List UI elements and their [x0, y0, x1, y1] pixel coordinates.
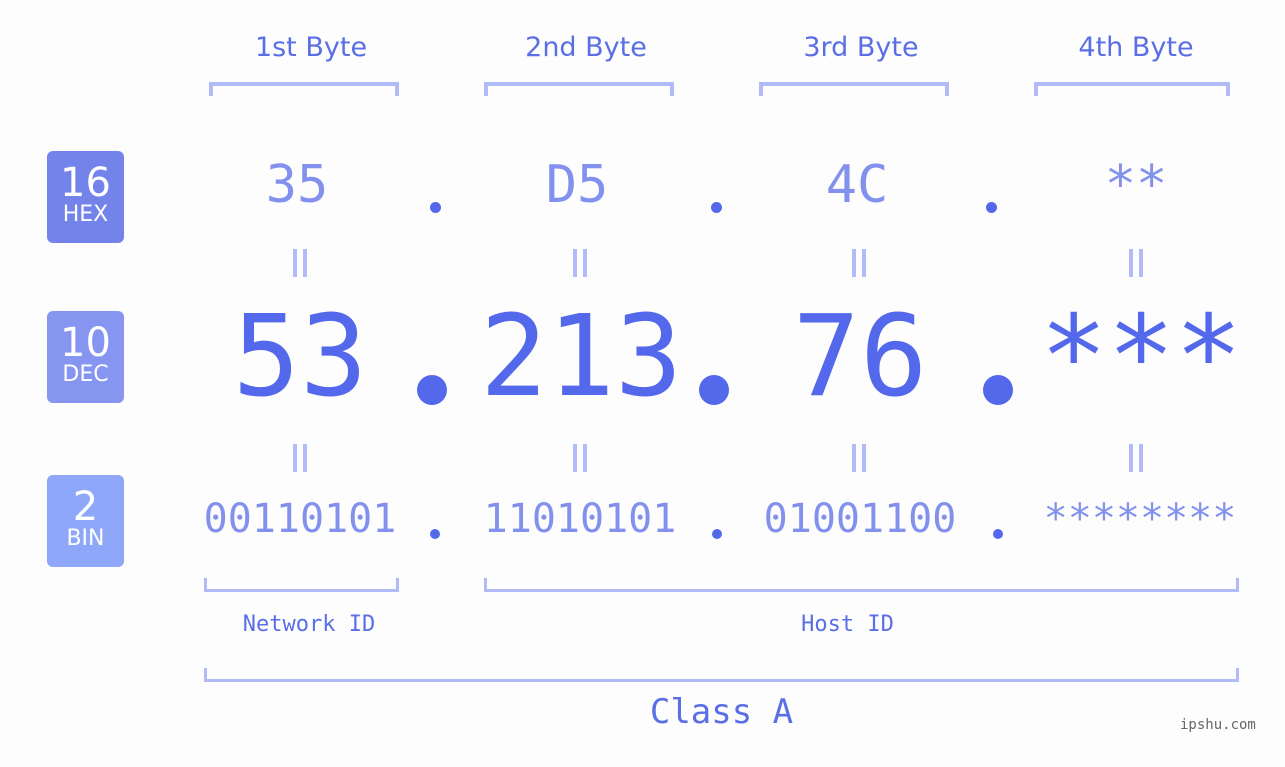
hex-byte-1: 35: [265, 155, 329, 215]
bin-badge: 2 BIN: [47, 475, 124, 567]
dec-byte-1: 53: [232, 292, 368, 422]
byte-bracket-4: [1034, 82, 1230, 96]
equals-icon: [565, 246, 595, 286]
equals-icon: [285, 246, 315, 286]
bin-separator-dot: [712, 529, 722, 539]
bin-badge-number: 2: [72, 484, 99, 530]
byte-bracket-2: [484, 82, 674, 96]
network-id-label: Network ID: [242, 612, 376, 637]
byte-header-3: 3rd Byte: [803, 32, 919, 63]
hex-separator-dot: [986, 202, 997, 213]
dec-badge-number: 10: [60, 320, 111, 366]
dec-byte-3: 76: [792, 292, 928, 422]
byte-header-1: 1st Byte: [254, 32, 368, 63]
byte-header-4: 4th Byte: [1078, 32, 1194, 63]
hex-separator-dot: [711, 202, 722, 213]
dec-byte-2: 213: [480, 292, 683, 422]
dec-separator-dot: [417, 375, 447, 405]
hex-byte-4: **: [1104, 155, 1168, 215]
hex-badge-label: HEX: [62, 202, 109, 227]
class-bracket: [204, 668, 1239, 682]
equals-icon: [844, 441, 874, 481]
bin-separator-dot: [993, 529, 1003, 539]
equals-icon: [285, 441, 315, 481]
hex-separator-dot: [430, 202, 441, 213]
equals-icon: [844, 246, 874, 286]
bin-byte-1: 00110101: [203, 496, 397, 542]
hex-badge: 16 HEX: [47, 151, 124, 243]
host-id-bracket: [484, 578, 1239, 592]
dec-badge-label: DEC: [62, 362, 109, 387]
network-id-bracket: [204, 578, 399, 592]
hex-badge-number: 16: [60, 160, 111, 206]
hex-byte-3: 4C: [825, 155, 889, 215]
byte-header-2: 2nd Byte: [525, 32, 647, 63]
hex-byte-2: D5: [545, 155, 609, 215]
class-label: Class A: [649, 692, 794, 732]
watermark: ipshu.com: [1180, 717, 1256, 733]
byte-bracket-3: [759, 82, 949, 96]
dec-separator-dot: [983, 375, 1013, 405]
equals-icon: [1121, 246, 1151, 286]
bin-byte-2: 11010101: [483, 496, 677, 542]
dec-badge: 10 DEC: [47, 311, 124, 403]
bin-separator-dot: [430, 529, 440, 539]
bin-byte-4: ********: [1043, 496, 1237, 542]
dec-separator-dot: [699, 375, 729, 405]
equals-icon: [565, 441, 595, 481]
bin-byte-3: 01001100: [763, 496, 957, 542]
dec-byte-4: ***: [1040, 292, 1243, 422]
host-id-label: Host ID: [801, 612, 894, 637]
byte-bracket-1: [209, 82, 399, 96]
equals-icon: [1121, 441, 1151, 481]
bin-badge-label: BIN: [66, 526, 105, 551]
